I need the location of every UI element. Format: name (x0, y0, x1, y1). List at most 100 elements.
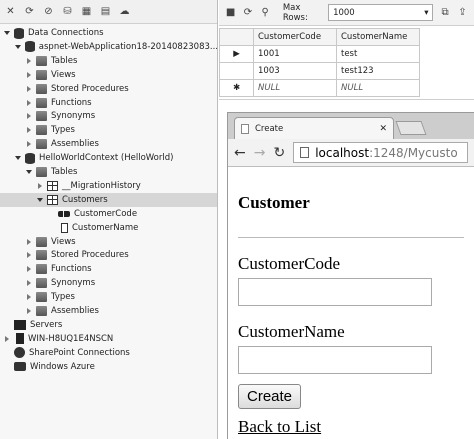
max-rows-select[interactable]: 1000 ▾ (328, 4, 434, 21)
expand-arrow-icon[interactable] (36, 182, 44, 190)
no-expander (3, 349, 11, 357)
tree-node-label: Stored Procedures (51, 250, 129, 261)
azure-icon[interactable]: ☁ (118, 5, 131, 18)
reload-icon[interactable]: ↻ (273, 145, 285, 161)
cell-customer-code[interactable]: 1003 (253, 62, 337, 80)
expand-arrow-icon[interactable] (25, 71, 33, 79)
tree-data-connections[interactable]: Data Connections (0, 26, 217, 40)
cell-customer-name[interactable]: NULL (336, 79, 420, 97)
tree-node-label: Tables (51, 55, 78, 66)
collapse-arrow-icon[interactable] (14, 43, 22, 51)
expand-arrow-icon[interactable] (25, 140, 33, 148)
tree-customer-name[interactable]: CustomerName (0, 221, 217, 235)
tree-customers[interactable]: Customers (0, 192, 217, 207)
collapse-arrow-icon[interactable] (36, 196, 44, 204)
folder-icon (36, 292, 47, 303)
servers-icon (14, 319, 26, 330)
customer-code-input[interactable] (238, 278, 432, 306)
collapse-arrow-icon[interactable] (3, 29, 11, 37)
stop-icon[interactable]: ■ (225, 6, 236, 19)
tree-sharepoint-connections[interactable]: SharePoint Connections (0, 346, 217, 360)
browser-tab[interactable]: Create ✕ (234, 117, 394, 139)
expand-arrow-icon[interactable] (25, 238, 33, 246)
tree-synonyms-2[interactable]: Synonyms (0, 276, 217, 290)
sharepoint-icon[interactable]: ▤ (99, 5, 112, 18)
row-selector[interactable] (219, 62, 254, 80)
folder-icon (36, 125, 47, 136)
tree-migration-history[interactable]: __MigrationHistory (0, 179, 217, 193)
address-bar: ← → ↻ localhost:1248/Mycusto (228, 139, 474, 167)
column-header-customer-code[interactable]: CustomerCode (253, 28, 337, 46)
refresh-icon[interactable]: ⟳ (242, 6, 253, 19)
folder-icon (36, 97, 47, 108)
expand-arrow-icon[interactable] (25, 112, 33, 120)
tree-views-1[interactable]: Views (0, 68, 217, 82)
tree-synonyms-1[interactable]: Synonyms (0, 109, 217, 123)
customer-name-input[interactable] (238, 346, 432, 374)
tree-assemblies-2[interactable]: Assemblies (0, 304, 217, 318)
tree-aspnet-database[interactable]: aspnet-WebApplication18-20140823083... (0, 40, 217, 54)
cell-customer-code[interactable]: 1001 (253, 45, 337, 63)
table-row[interactable]: 1003 test123 (219, 62, 420, 80)
cell-customer-name[interactable]: test123 (336, 62, 420, 80)
create-button[interactable]: Create (238, 384, 302, 409)
cell-customer-name[interactable]: test (336, 45, 420, 63)
column-header-customer-name[interactable]: CustomerName (336, 28, 420, 46)
customer-code-label: CustomerCode (238, 254, 340, 273)
column-icon (61, 222, 68, 233)
collapse-arrow-icon[interactable] (25, 168, 33, 176)
back-arrow-icon[interactable]: ← (234, 145, 246, 161)
database-icon (24, 41, 35, 53)
tree-assemblies-1[interactable]: Assemblies (0, 137, 217, 151)
expand-arrow-icon[interactable] (25, 265, 33, 273)
expand-arrow-icon[interactable] (25, 307, 33, 315)
stop-icon[interactable]: ⊘ (42, 5, 55, 18)
new-tab-button[interactable] (395, 121, 427, 135)
tree-stored-procedures-1[interactable]: Stored Procedures (0, 82, 217, 96)
row-selector[interactable]: ✱ (219, 79, 254, 97)
back-to-list-link[interactable]: Back to List (238, 417, 464, 437)
tree-node-label: SharePoint Connections (29, 347, 130, 358)
filter-icon[interactable]: ⚲ (260, 6, 271, 19)
cell-customer-code[interactable]: NULL (253, 79, 337, 97)
tree-helloworld-context[interactable]: HelloWorldContext (HelloWorld) (0, 151, 217, 165)
export-icon[interactable]: ⇪ (457, 6, 468, 19)
expand-arrow-icon[interactable] (25, 293, 33, 301)
expand-arrow-icon[interactable] (25, 57, 33, 65)
expand-arrow-icon[interactable] (25, 251, 33, 259)
tree-views-2[interactable]: Views (0, 235, 217, 249)
table-row[interactable]: ✱ NULL NULL (219, 79, 420, 97)
data-grid: CustomerCode CustomerName ▶ 1001 test 1003 t… (219, 28, 420, 97)
connect-database-icon[interactable]: ⛁ (61, 5, 74, 18)
close-icon[interactable]: ✕ (4, 5, 17, 18)
expand-arrow-icon[interactable] (25, 279, 33, 287)
tree-tables-2[interactable]: Tables (0, 165, 217, 179)
forward-arrow-icon[interactable]: → (254, 145, 266, 161)
tree-tables-1[interactable]: Tables (0, 54, 217, 68)
tree-customer-code[interactable]: CustomerCode (0, 207, 217, 221)
database-icon (25, 152, 35, 164)
expand-arrow-icon[interactable] (25, 126, 33, 134)
tree-stored-procedures-2[interactable]: Stored Procedures (0, 248, 217, 262)
tree-types-2[interactable]: Types (0, 290, 217, 304)
tree-server-machine[interactable]: WIN-H8UQ1E4NSCN (0, 332, 217, 346)
expand-arrow-icon[interactable] (25, 99, 33, 107)
table-row[interactable]: ▶ 1001 test (219, 45, 420, 63)
tree-servers[interactable]: Servers (0, 318, 217, 332)
expand-arrow-icon[interactable] (3, 335, 11, 343)
row-selector[interactable]: ▶ (219, 45, 254, 63)
tree-functions-1[interactable]: Functions (0, 96, 217, 110)
tree-functions-2[interactable]: Functions (0, 262, 217, 276)
tree-types-1[interactable]: Types (0, 123, 217, 137)
collapse-arrow-icon[interactable] (14, 154, 22, 162)
expand-arrow-icon[interactable] (25, 85, 33, 93)
connect-server-icon[interactable]: ▦ (80, 5, 93, 18)
tree-node-label: Synonyms (51, 111, 96, 122)
refresh-icon[interactable]: ⟳ (23, 5, 36, 18)
tree-node-label: Views (51, 236, 76, 247)
close-tab-icon[interactable]: ✕ (379, 124, 387, 134)
max-rows-value: 1000 (333, 7, 355, 18)
tree-windows-azure[interactable]: Windows Azure (0, 360, 217, 374)
script-icon[interactable]: ⧉ (439, 6, 450, 19)
url-field[interactable]: localhost:1248/Mycusto (293, 142, 468, 163)
